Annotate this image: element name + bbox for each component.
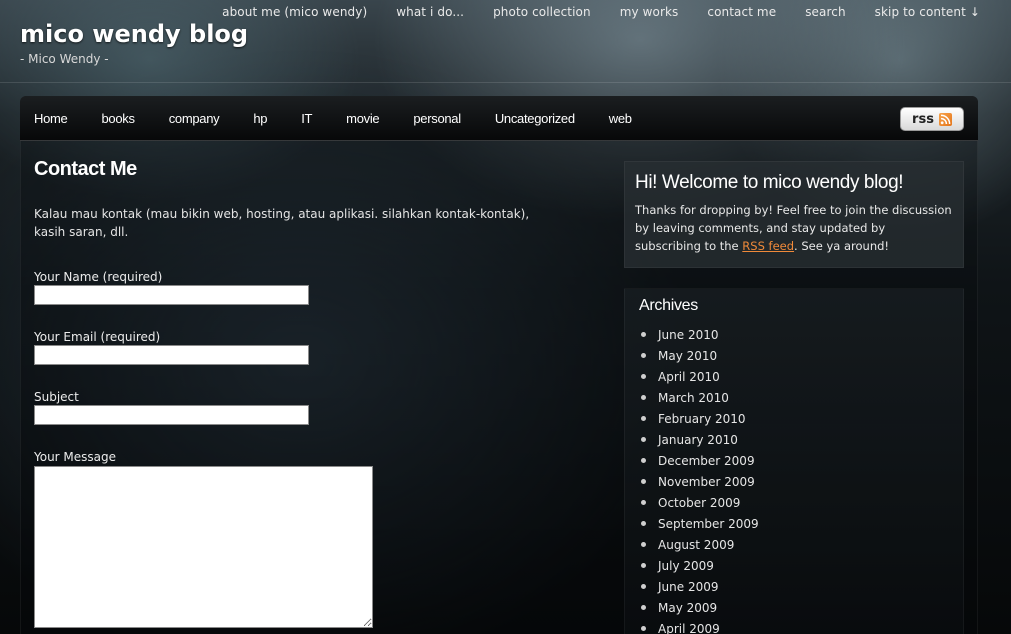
- welcome-widget: Hi! Welcome to mico wendy blog! Thanks f…: [624, 161, 964, 268]
- subject-input[interactable]: [34, 405, 309, 425]
- nav-item-uncategorized[interactable]: Uncategorized: [478, 111, 592, 126]
- archive-link[interactable]: January 2010: [658, 433, 738, 447]
- archive-item: January 2010: [639, 429, 949, 450]
- archive-item: December 2009: [639, 450, 949, 471]
- archive-item: October 2009: [639, 492, 949, 513]
- rss-button[interactable]: rss: [900, 107, 964, 131]
- rss-feed-icon: [938, 112, 952, 126]
- nav-item-home[interactable]: Home: [20, 111, 84, 126]
- archive-item: July 2009: [639, 555, 949, 576]
- nav-item-hp[interactable]: hp: [236, 111, 284, 126]
- archive-link[interactable]: July 2009: [658, 559, 714, 573]
- bullet-icon: [641, 584, 646, 589]
- archive-link[interactable]: August 2009: [658, 538, 734, 552]
- archive-item: August 2009: [639, 534, 949, 555]
- archive-link[interactable]: September 2009: [658, 517, 759, 531]
- bullet-icon: [641, 500, 646, 505]
- bullet-icon: [641, 395, 646, 400]
- bullet-icon: [641, 458, 646, 463]
- bullet-icon: [641, 563, 646, 568]
- name-label: Your Name (required): [34, 270, 163, 284]
- category-navbar: Home books company hp IT movie personal …: [20, 96, 978, 141]
- archive-link[interactable]: April 2010: [658, 370, 720, 384]
- archive-link[interactable]: October 2009: [658, 496, 740, 510]
- message-field-group: Your Message: [34, 450, 373, 632]
- top-link-photo-collection[interactable]: photo collection: [493, 5, 591, 19]
- archive-item: April 2009: [639, 618, 949, 634]
- top-link-search[interactable]: search: [805, 5, 845, 19]
- archive-list: June 2010 May 2010 April 2010 March 2010…: [639, 324, 949, 634]
- top-link-about-me[interactable]: about me (mico wendy): [222, 5, 367, 19]
- bullet-icon: [641, 479, 646, 484]
- archive-item: April 2010: [639, 366, 949, 387]
- category-nav-items: Home books company hp IT movie personal …: [20, 96, 649, 140]
- message-textarea[interactable]: [34, 466, 373, 628]
- nav-item-web[interactable]: web: [592, 111, 649, 126]
- bullet-icon: [641, 521, 646, 526]
- archive-link[interactable]: May 2009: [658, 601, 717, 615]
- email-label: Your Email (required): [34, 330, 161, 344]
- name-input[interactable]: [34, 285, 309, 305]
- email-input[interactable]: [34, 345, 309, 365]
- email-field-group: Your Email (required): [34, 330, 309, 365]
- archive-link[interactable]: February 2010: [658, 412, 746, 426]
- nav-item-company[interactable]: company: [152, 111, 237, 126]
- subject-field-group: Subject: [34, 390, 309, 425]
- page-intro: Kalau mau kontak (mau bikin web, hosting…: [34, 207, 530, 239]
- name-field-group: Your Name (required): [34, 270, 309, 305]
- archive-item: September 2009: [639, 513, 949, 534]
- archive-item: May 2009: [639, 597, 949, 618]
- archives-widget: Archives June 2010 May 2010 April 2010 M…: [624, 288, 964, 634]
- bullet-icon: [641, 542, 646, 547]
- nav-item-movie[interactable]: movie: [329, 111, 396, 126]
- archive-link[interactable]: May 2010: [658, 349, 717, 363]
- archive-link[interactable]: December 2009: [658, 454, 755, 468]
- bullet-icon: [641, 332, 646, 337]
- welcome-text: Thanks for dropping by! Feel free to joi…: [635, 201, 953, 255]
- nav-item-personal[interactable]: personal: [396, 111, 477, 126]
- bullet-icon: [641, 605, 646, 610]
- page-title: Contact Me: [34, 158, 137, 180]
- archive-link[interactable]: April 2009: [658, 622, 720, 634]
- bullet-icon: [641, 353, 646, 358]
- top-link-what-i-do[interactable]: what i do...: [396, 5, 464, 19]
- archive-link[interactable]: November 2009: [658, 475, 755, 489]
- archive-link[interactable]: June 2009: [658, 580, 719, 594]
- subject-label: Subject: [34, 390, 79, 404]
- rss-feed-link[interactable]: RSS feed: [742, 239, 794, 253]
- nav-item-books[interactable]: books: [84, 111, 151, 126]
- site-title[interactable]: mico wendy blog: [20, 20, 248, 48]
- welcome-title: Hi! Welcome to mico wendy blog!: [635, 172, 904, 193]
- archive-link[interactable]: March 2010: [658, 391, 729, 405]
- nav-item-it[interactable]: IT: [284, 111, 329, 126]
- top-link-contact-me[interactable]: contact me: [707, 5, 776, 19]
- header-divider: [0, 82, 1011, 83]
- archive-item: March 2010: [639, 387, 949, 408]
- bullet-icon: [641, 437, 646, 442]
- bullet-icon: [641, 416, 646, 421]
- site-description: - Mico Wendy -: [20, 52, 109, 66]
- top-link-my-works[interactable]: my works: [620, 5, 679, 19]
- main-content: Contact Me Kalau mau kontak (mau bikin w…: [34, 158, 574, 241]
- bullet-icon: [641, 374, 646, 379]
- archive-item: June 2010: [639, 324, 949, 345]
- welcome-text-after: . See ya around!: [794, 239, 890, 253]
- archive-link[interactable]: June 2010: [658, 328, 719, 342]
- message-label: Your Message: [34, 450, 117, 464]
- archive-item: February 2010: [639, 408, 949, 429]
- archive-item: June 2009: [639, 576, 949, 597]
- archive-item: May 2010: [639, 345, 949, 366]
- top-navigation: about me (mico wendy) what i do... photo…: [193, 5, 980, 19]
- top-link-skip-to-content[interactable]: skip to content ↓: [875, 5, 980, 19]
- archives-title: Archives: [639, 297, 698, 314]
- archive-item: November 2009: [639, 471, 949, 492]
- bullet-icon: [641, 626, 646, 631]
- rss-button-label: rss: [912, 111, 934, 127]
